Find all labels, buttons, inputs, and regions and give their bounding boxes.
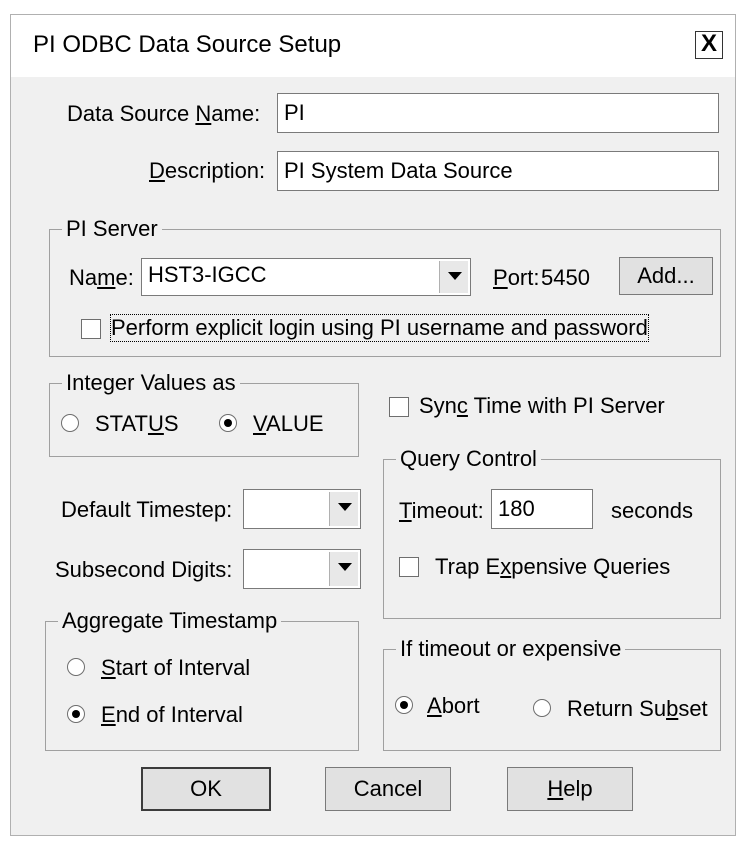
default-timestep-label: Default Timestep: bbox=[61, 497, 233, 522]
integer-status-radio[interactable] bbox=[61, 414, 79, 432]
description-input[interactable]: PI System Data Source bbox=[277, 151, 719, 191]
server-name-combo[interactable]: HST3-IGCC bbox=[141, 258, 471, 296]
integer-value-label: VALUE bbox=[253, 411, 324, 436]
return-subset-radio[interactable] bbox=[533, 699, 551, 717]
dsn-name-input[interactable]: PI bbox=[277, 93, 719, 133]
return-subset-label: Return Subset bbox=[567, 696, 708, 721]
chevron-down-icon[interactable] bbox=[439, 261, 468, 293]
seconds-label: seconds bbox=[611, 498, 693, 523]
end-of-interval-label: End of Interval bbox=[101, 702, 243, 727]
port-value: 5450 bbox=[541, 265, 590, 290]
subsecond-digits-label: Subsecond Digits: bbox=[55, 557, 233, 582]
query-control-group: Query Control bbox=[383, 446, 721, 619]
abort-radio[interactable] bbox=[395, 696, 413, 714]
server-name-label: Name: bbox=[69, 265, 134, 290]
timeout-input[interactable]: 180 bbox=[491, 489, 593, 529]
server-name-value: HST3-IGCC bbox=[148, 262, 267, 287]
description-label: Description: bbox=[149, 158, 266, 183]
chevron-down-icon[interactable] bbox=[329, 552, 358, 586]
sync-time-label: Sync Time with PI Server bbox=[419, 393, 665, 418]
end-of-interval-radio[interactable] bbox=[67, 705, 85, 723]
title-bar[interactable]: PI ODBC Data Source Setup X bbox=[11, 15, 735, 77]
default-timestep-combo[interactable] bbox=[243, 489, 361, 529]
query-control-legend: Query Control bbox=[396, 446, 541, 472]
start-of-interval-label: Start of Interval bbox=[101, 655, 251, 680]
ok-button[interactable]: OK bbox=[141, 767, 271, 811]
aggregate-timestamp-group: Aggregate Timestamp bbox=[45, 608, 359, 751]
port-label: Port: bbox=[493, 265, 540, 290]
explicit-login-checkbox[interactable] bbox=[81, 319, 101, 339]
trap-expensive-label: Trap Expensive Queries bbox=[435, 554, 671, 579]
integer-value-radio[interactable] bbox=[219, 414, 237, 432]
window-title: PI ODBC Data Source Setup bbox=[33, 31, 342, 58]
add-server-button[interactable]: Add... bbox=[619, 257, 713, 295]
close-button[interactable]: X bbox=[695, 31, 723, 59]
trap-expensive-checkbox[interactable] bbox=[399, 557, 419, 577]
timeout-label: Timeout: bbox=[399, 498, 484, 523]
integer-values-legend: Integer Values as bbox=[62, 370, 240, 396]
help-button[interactable]: Help bbox=[507, 767, 633, 811]
if-timeout-legend: If timeout or expensive bbox=[396, 636, 626, 662]
cancel-button[interactable]: Cancel bbox=[325, 767, 451, 811]
pi-server-legend: PI Server bbox=[62, 216, 162, 242]
chevron-down-icon[interactable] bbox=[329, 492, 358, 526]
dialog-window: PI ODBC Data Source Setup X Data Source … bbox=[10, 14, 736, 836]
start-of-interval-radio[interactable] bbox=[67, 658, 85, 676]
subsecond-digits-combo[interactable] bbox=[243, 549, 361, 589]
integer-status-label: STATUS bbox=[95, 411, 179, 436]
dsn-name-label: Data Source Name: bbox=[67, 101, 261, 126]
aggregate-timestamp-legend: Aggregate Timestamp bbox=[58, 608, 282, 634]
sync-time-checkbox[interactable] bbox=[389, 397, 409, 417]
explicit-login-label[interactable]: Perform explicit login using PI username… bbox=[110, 314, 649, 342]
abort-label: Abort bbox=[427, 693, 480, 718]
